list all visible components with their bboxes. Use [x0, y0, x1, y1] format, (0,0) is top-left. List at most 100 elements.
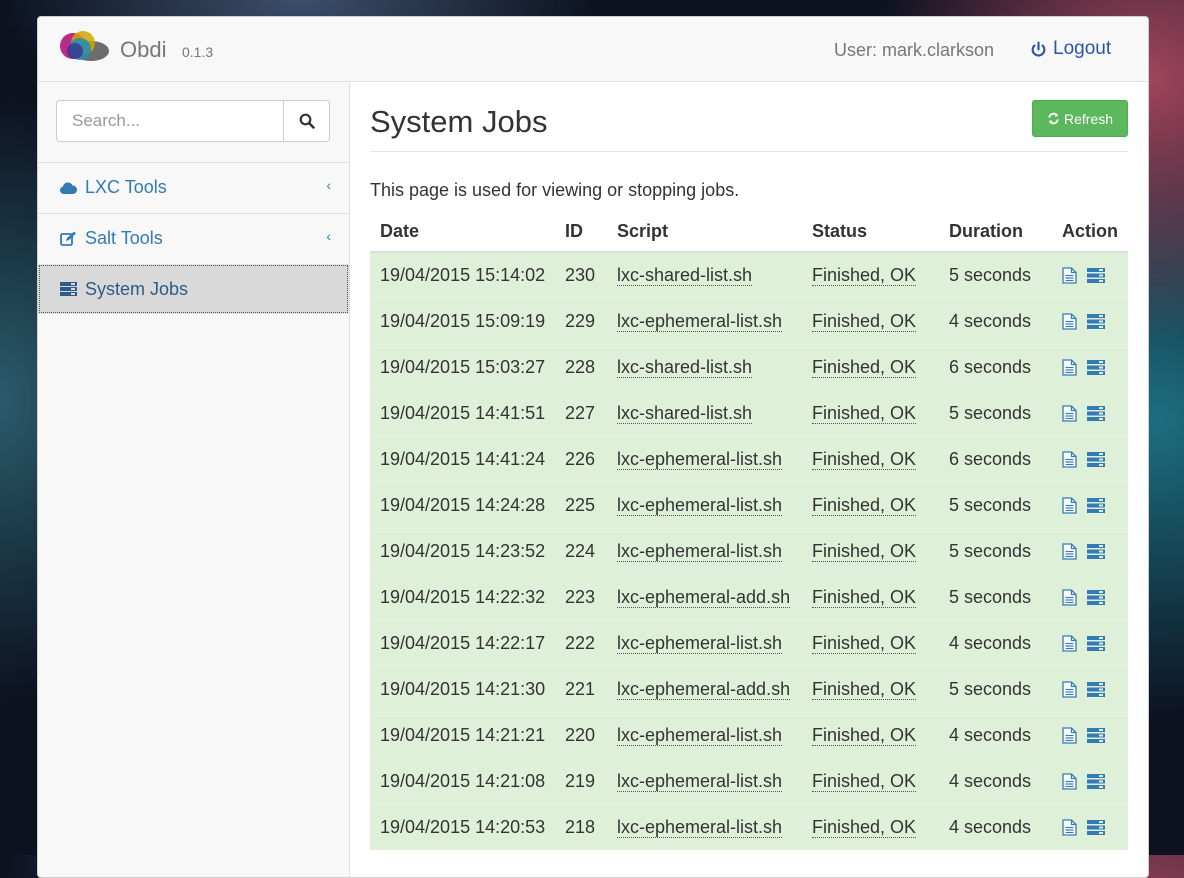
job-status[interactable]: Finished, OK	[812, 679, 917, 700]
view-output-icon[interactable]	[1062, 727, 1077, 744]
job-status[interactable]: Finished, OK	[812, 311, 917, 332]
job-actions	[1052, 574, 1128, 621]
job-script[interactable]: lxc-ephemeral-list.sh	[617, 449, 783, 470]
job-script-cell: lxc-ephemeral-list.sh	[607, 298, 802, 345]
job-status[interactable]: Finished, OK	[812, 403, 917, 424]
view-details-icon[interactable]	[1087, 452, 1105, 467]
sidebar-item-system-jobs[interactable]: System Jobs	[38, 264, 349, 314]
view-details-icon[interactable]	[1087, 314, 1105, 329]
refresh-button[interactable]: Refresh	[1032, 100, 1128, 137]
job-duration: 6 seconds	[939, 344, 1052, 391]
view-output-icon[interactable]	[1062, 405, 1077, 422]
page-description: This page is used for viewing or stoppin…	[370, 180, 740, 200]
job-id: 230	[555, 251, 607, 299]
job-status[interactable]: Finished, OK	[812, 449, 917, 470]
table-row: 19/04/2015 15:14:02 230 lxc-shared-list.sh…	[370, 251, 1128, 299]
job-script[interactable]: lxc-shared-list.sh	[617, 357, 753, 378]
view-output-icon[interactable]	[1062, 313, 1077, 330]
cloud-icon	[59, 179, 77, 197]
job-actions	[1052, 528, 1128, 575]
view-details-icon[interactable]	[1087, 636, 1105, 651]
table-row: 19/04/2015 14:21:21 220 lxc-ephemeral-list…	[370, 712, 1128, 759]
job-actions	[1052, 482, 1128, 529]
view-details-icon[interactable]	[1087, 590, 1105, 605]
job-actions	[1052, 344, 1128, 391]
view-output-icon[interactable]	[1062, 359, 1077, 376]
brand-name[interactable]: Obdi	[120, 37, 166, 63]
view-output-icon[interactable]	[1062, 589, 1077, 606]
view-output-icon[interactable]	[1062, 635, 1077, 652]
page-title: System Jobs	[370, 104, 548, 139]
job-script[interactable]: lxc-ephemeral-list.sh	[617, 725, 783, 746]
view-details-icon[interactable]	[1087, 498, 1105, 513]
job-script[interactable]: lxc-ephemeral-list.sh	[617, 541, 783, 562]
chevron-left-icon: ‹	[326, 228, 331, 244]
job-id: 224	[555, 528, 607, 575]
view-output-icon[interactable]	[1062, 543, 1077, 560]
table-row: 19/04/2015 15:09:19 229 lxc-ephemeral-list…	[370, 298, 1128, 345]
job-date: 19/04/2015 14:41:24	[370, 436, 555, 483]
job-status[interactable]: Finished, OK	[812, 587, 917, 608]
job-status[interactable]: Finished, OK	[812, 725, 917, 746]
column-header-date[interactable]: Date	[370, 211, 555, 253]
sidebar-item-lxc-tools[interactable]: LXC Tools ‹	[38, 162, 349, 212]
job-status[interactable]: Finished, OK	[812, 541, 917, 562]
job-script[interactable]: lxc-ephemeral-add.sh	[617, 587, 791, 608]
view-output-icon[interactable]	[1062, 497, 1077, 514]
view-details-icon[interactable]	[1087, 544, 1105, 559]
job-script[interactable]: lxc-ephemeral-list.sh	[617, 633, 783, 654]
view-output-icon[interactable]	[1062, 451, 1077, 468]
job-script-cell: lxc-ephemeral-list.sh	[607, 804, 802, 850]
job-duration: 4 seconds	[939, 712, 1052, 759]
sidebar-item-salt-tools[interactable]: Salt Tools ‹	[38, 213, 349, 263]
job-actions	[1052, 390, 1128, 437]
job-script[interactable]: lxc-ephemeral-list.sh	[617, 495, 783, 516]
job-status-cell: Finished, OK	[802, 344, 939, 391]
job-script[interactable]: lxc-ephemeral-list.sh	[617, 771, 783, 792]
view-details-icon[interactable]	[1087, 406, 1105, 421]
job-status[interactable]: Finished, OK	[812, 771, 917, 792]
view-details-icon[interactable]	[1087, 728, 1105, 743]
view-output-icon[interactable]	[1062, 819, 1077, 836]
view-details-icon[interactable]	[1087, 820, 1105, 835]
column-header-action: Action	[1052, 211, 1128, 253]
job-status-cell: Finished, OK	[802, 298, 939, 345]
job-status[interactable]: Finished, OK	[812, 265, 917, 286]
column-header-status[interactable]: Status	[802, 211, 939, 253]
column-header-duration[interactable]: Duration	[939, 211, 1052, 253]
job-status[interactable]: Finished, OK	[812, 357, 917, 378]
view-details-icon[interactable]	[1087, 360, 1105, 375]
job-script[interactable]: lxc-shared-list.sh	[617, 403, 753, 424]
job-duration: 5 seconds	[939, 390, 1052, 437]
title-divider	[370, 151, 1128, 152]
search-input[interactable]	[56, 100, 283, 142]
column-header-script[interactable]: Script	[607, 211, 802, 253]
job-script[interactable]: lxc-ephemeral-list.sh	[617, 311, 783, 332]
job-duration: 5 seconds	[939, 528, 1052, 575]
job-script[interactable]: lxc-ephemeral-add.sh	[617, 679, 791, 700]
job-duration: 5 seconds	[939, 482, 1052, 529]
table-row: 19/04/2015 14:24:28 225 lxc-ephemeral-list…	[370, 482, 1128, 529]
table-row: 19/04/2015 14:23:52 224 lxc-ephemeral-list…	[370, 528, 1128, 575]
job-duration: 4 seconds	[939, 298, 1052, 345]
job-script[interactable]: lxc-shared-list.sh	[617, 265, 753, 286]
view-output-icon[interactable]	[1062, 773, 1077, 790]
view-details-icon[interactable]	[1087, 682, 1105, 697]
column-header-id[interactable]: ID	[555, 211, 607, 253]
logout-button[interactable]: Logout	[1030, 38, 1111, 60]
job-actions	[1052, 666, 1128, 713]
view-details-icon[interactable]	[1087, 268, 1105, 283]
view-output-icon[interactable]	[1062, 267, 1077, 284]
job-date: 19/04/2015 15:03:27	[370, 344, 555, 391]
view-details-icon[interactable]	[1087, 774, 1105, 789]
job-script[interactable]: lxc-ephemeral-list.sh	[617, 817, 783, 838]
job-date: 19/04/2015 14:22:17	[370, 620, 555, 667]
job-id: 229	[555, 298, 607, 345]
job-status[interactable]: Finished, OK	[812, 817, 917, 838]
search-button[interactable]	[283, 100, 330, 142]
job-date: 19/04/2015 14:21:08	[370, 758, 555, 805]
view-output-icon[interactable]	[1062, 681, 1077, 698]
job-duration: 5 seconds	[939, 251, 1052, 299]
job-status[interactable]: Finished, OK	[812, 495, 917, 516]
job-status[interactable]: Finished, OK	[812, 633, 917, 654]
